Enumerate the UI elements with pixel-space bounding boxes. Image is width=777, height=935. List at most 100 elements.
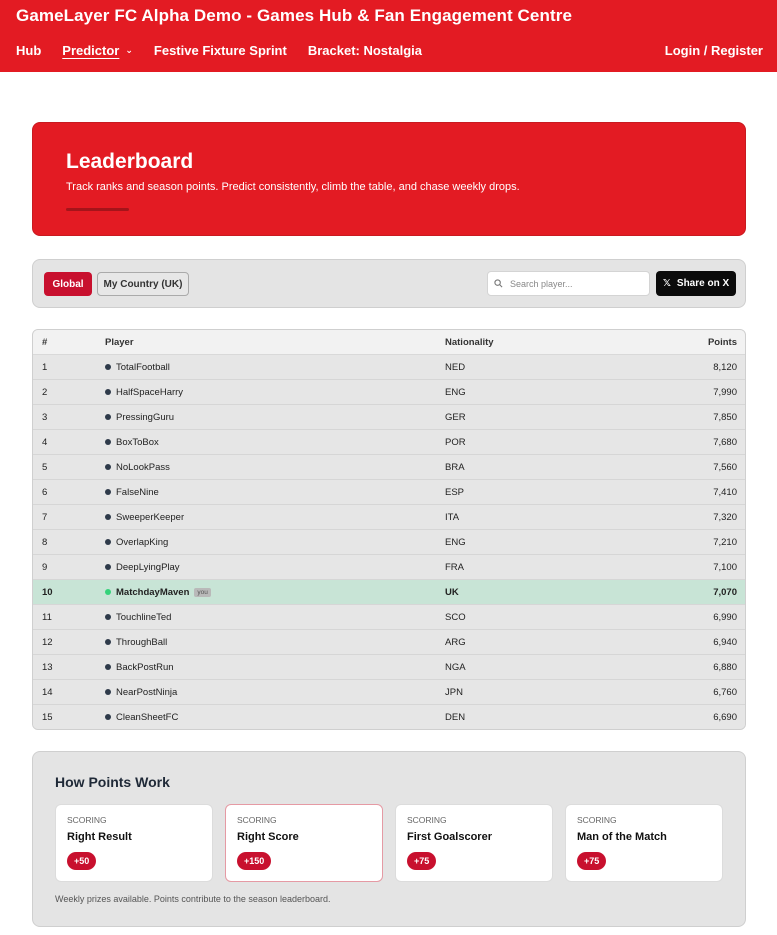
status-dot-icon bbox=[105, 414, 111, 420]
how-points-work: How Points Work SCORING Right Result +50… bbox=[32, 751, 746, 927]
chevron-down-icon: ⌄ bbox=[125, 45, 133, 55]
player-name: CleanSheetFC bbox=[116, 711, 179, 723]
player-cell: NoLookPass bbox=[105, 462, 445, 473]
card-kicker: SCORING bbox=[407, 815, 447, 825]
points-cell: 7,990 bbox=[713, 386, 737, 398]
nationality-cell: ENG bbox=[445, 386, 466, 398]
scoring-card-right-score: SCORING Right Score +150 bbox=[225, 804, 383, 882]
nationality-cell: ITA bbox=[445, 511, 460, 523]
nationality-cell: DEN bbox=[445, 711, 466, 723]
rank-cell: 7 bbox=[42, 511, 48, 523]
nav-bracket-nostalgia[interactable]: Bracket: Nostalgia bbox=[308, 43, 422, 58]
player-cell: PressingGuru bbox=[105, 412, 445, 423]
table-row: 3 PressingGuru GER 7,850 bbox=[33, 405, 745, 430]
player-cell: FalseNine bbox=[105, 487, 445, 498]
points-cell: 6,880 bbox=[713, 661, 737, 673]
player-name: FalseNine bbox=[116, 486, 159, 498]
points-cell: 7,070 bbox=[713, 586, 737, 598]
player-name: TotalFootball bbox=[116, 361, 170, 373]
rank-cell: 14 bbox=[42, 686, 53, 698]
nav-festive-fixture-sprint[interactable]: Festive Fixture Sprint bbox=[154, 43, 287, 58]
card-name: First Goalscorer bbox=[407, 831, 492, 843]
section-title: How Points Work bbox=[55, 774, 170, 790]
status-dot-icon bbox=[105, 439, 111, 445]
nationality-cell: POR bbox=[445, 436, 466, 448]
page-subtitle: Track ranks and season points. Predict c… bbox=[66, 181, 520, 193]
table-row: 9 DeepLyingPlay FRA 7,100 bbox=[33, 555, 745, 580]
player-cell: OverlapKing bbox=[105, 537, 445, 548]
rank-cell: 9 bbox=[42, 561, 48, 573]
table-row: 4 BoxToBox POR 7,680 bbox=[33, 430, 745, 455]
nav-bracket-label: Bracket: Nostalgia bbox=[307, 43, 422, 58]
nav-festive-label: Festive Fixture Sprint bbox=[153, 43, 287, 58]
player-name: BoxToBox bbox=[116, 436, 159, 448]
col-player: Player bbox=[105, 336, 134, 348]
nationality-cell: NGA bbox=[445, 661, 466, 673]
rank-cell: 8 bbox=[42, 536, 48, 548]
nationality-cell: GER bbox=[445, 411, 466, 423]
status-dot-icon bbox=[105, 489, 111, 495]
tab-global[interactable]: Global bbox=[44, 272, 92, 296]
table-row: 7 SweeperKeeper ITA 7,320 bbox=[33, 505, 745, 530]
rank-cell: 15 bbox=[42, 711, 53, 723]
table-row: 5 NoLookPass BRA 7,560 bbox=[33, 455, 745, 480]
table-row: 15 CleanSheetFC DEN 6,690 bbox=[33, 705, 745, 729]
rank-cell: 11 bbox=[42, 611, 52, 623]
points-cell: 7,680 bbox=[713, 436, 737, 448]
main-nav: Hub Predictor ⌄ Festive Fixture Sprint Br… bbox=[16, 43, 443, 58]
player-name: NearPostNinja bbox=[116, 686, 178, 698]
status-dot-icon bbox=[105, 514, 111, 520]
scoring-card-first-goalscorer: SCORING First Goalscorer +75 bbox=[395, 804, 553, 882]
points-cell: 8,120 bbox=[713, 361, 737, 373]
nav-hub[interactable]: Hub bbox=[16, 43, 41, 58]
rank-cell: 4 bbox=[42, 436, 48, 448]
table-row: 6 FalseNine ESP 7,410 bbox=[33, 480, 745, 505]
rank-cell: 2 bbox=[42, 386, 48, 398]
nationality-cell: UK bbox=[445, 586, 459, 598]
points-cell: 6,940 bbox=[713, 636, 737, 648]
nationality-cell: ARG bbox=[445, 636, 466, 648]
player-cell: ThroughBall bbox=[105, 637, 445, 648]
rank-cell: 3 bbox=[42, 411, 48, 423]
player-name: DeepLyingPlay bbox=[116, 561, 180, 573]
nav-predictor-label: Predictor bbox=[62, 43, 120, 58]
login-register-link[interactable]: Login / Register bbox=[665, 43, 763, 58]
table-row: 2 HalfSpaceHarry ENG 7,990 bbox=[33, 380, 745, 405]
table-header: # Player Nationality Points bbox=[33, 330, 745, 355]
status-dot-icon bbox=[105, 389, 111, 395]
filter-bar: Global My Country (UK) 𝕏 Share on X bbox=[32, 259, 746, 308]
share-label: Share on X bbox=[676, 278, 730, 289]
nationality-cell: SCO bbox=[445, 611, 466, 623]
search-input[interactable] bbox=[510, 278, 640, 289]
table-row: 8 OverlapKing ENG 7,210 bbox=[33, 530, 745, 555]
points-badge: +50 bbox=[67, 852, 97, 870]
status-dot-icon bbox=[105, 364, 111, 370]
points-footnote: Weekly prizes available. Points contribu… bbox=[55, 894, 331, 904]
points-cell: 7,320 bbox=[713, 511, 737, 523]
points-cell: 6,690 bbox=[713, 711, 737, 723]
points-cell: 7,100 bbox=[713, 561, 737, 573]
tab-my-country[interactable]: My Country (UK) bbox=[97, 272, 189, 296]
points-cell: 7,410 bbox=[713, 486, 737, 498]
leaderboard-hero: Leaderboard Track ranks and season point… bbox=[32, 122, 746, 236]
player-cell: NearPostNinja bbox=[105, 687, 445, 698]
you-badge: you bbox=[194, 587, 211, 597]
card-kicker: SCORING bbox=[577, 815, 617, 825]
nationality-cell: BRA bbox=[445, 461, 465, 473]
status-dot-icon bbox=[105, 714, 111, 720]
x-logo-icon: 𝕏 bbox=[662, 278, 671, 289]
card-kicker: SCORING bbox=[67, 815, 107, 825]
table-row: 14 NearPostNinja JPN 6,760 bbox=[33, 680, 745, 705]
player-search[interactable] bbox=[487, 271, 650, 296]
nav-predictor[interactable]: Predictor ⌄ bbox=[62, 43, 133, 58]
player-name: PressingGuru bbox=[116, 411, 175, 423]
share-on-x-button[interactable]: 𝕏 Share on X bbox=[656, 271, 736, 296]
page-title: Leaderboard bbox=[66, 150, 194, 173]
player-cell: HalfSpaceHarry bbox=[105, 387, 445, 398]
status-dot-icon bbox=[105, 639, 111, 645]
top-header: GameLayer FC Alpha Demo - Games Hub & Fa… bbox=[0, 0, 777, 72]
player-name: SweeperKeeper bbox=[116, 511, 185, 523]
card-name: Right Score bbox=[237, 831, 299, 843]
player-cell: MatchdayMaven you bbox=[105, 587, 445, 598]
col-nationality: Nationality bbox=[445, 336, 494, 348]
